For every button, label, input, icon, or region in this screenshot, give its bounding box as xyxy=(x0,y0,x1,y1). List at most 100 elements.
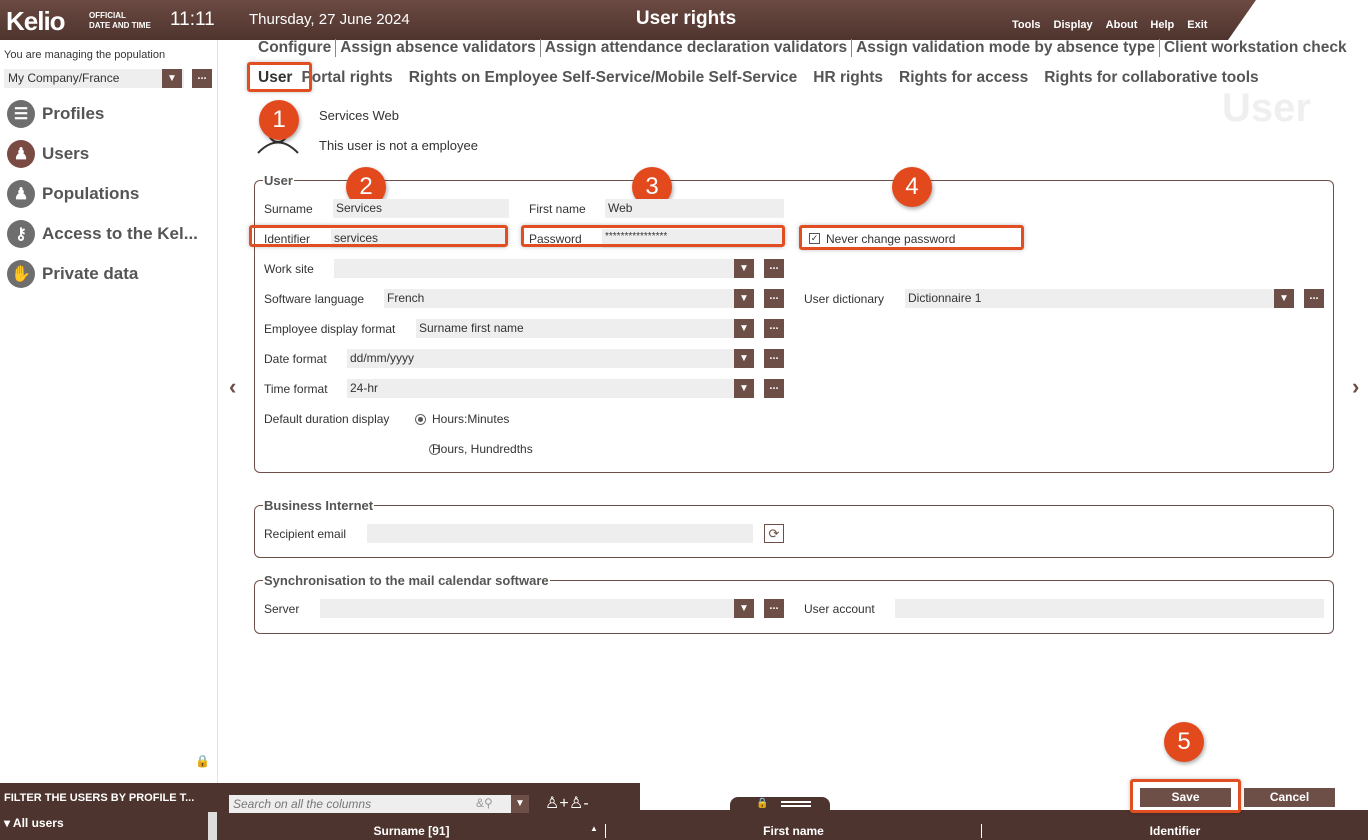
remove-user-icon[interactable]: ♙- xyxy=(569,793,589,813)
header-corner xyxy=(1228,0,1368,40)
nav-label: Users xyxy=(42,144,90,163)
tab-hr-rights[interactable]: HR rights xyxy=(813,69,883,87)
date-format-label: Date format xyxy=(264,352,327,366)
nav-item-access[interactable]: ⚷ Access to the Kel... xyxy=(7,218,198,250)
menu-tools[interactable]: Tools xyxy=(1012,19,1041,31)
tab-configure[interactable]: Configure xyxy=(258,39,337,57)
bottom-handle[interactable] xyxy=(730,797,830,811)
search-icon[interactable]: &⚲ xyxy=(476,796,493,810)
column-surname-label: Surname [91] xyxy=(373,824,450,838)
filter-scrollbar[interactable] xyxy=(208,812,217,840)
server-select[interactable] xyxy=(320,599,734,618)
date-format-dropdown-button[interactable]: ▼ xyxy=(734,349,754,368)
tab-validation-mode[interactable]: Assign validation mode by absence type xyxy=(856,39,1160,57)
user-dictionary-select[interactable]: Dictionnaire 1 xyxy=(905,289,1274,308)
surname-field[interactable]: Services xyxy=(333,199,509,218)
menu-exit[interactable]: Exit xyxy=(1187,19,1207,31)
tab-absence-validators[interactable]: Assign absence validators xyxy=(340,39,541,57)
callout-save xyxy=(1130,779,1241,813)
time-format-dropdown-button[interactable]: ▼ xyxy=(734,379,754,398)
menu-help[interactable]: Help xyxy=(1150,19,1174,31)
software-language-more-button[interactable]: ... xyxy=(764,289,784,308)
next-arrow-icon[interactable]: › xyxy=(1352,374,1359,400)
section-watermark: User xyxy=(1222,86,1311,130)
software-language-select[interactable]: French xyxy=(384,289,734,308)
previous-arrow-icon[interactable]: ‹ xyxy=(229,374,236,400)
lock-icon[interactable]: 🔒 xyxy=(195,754,210,768)
add-user-icon[interactable]: ♙+ xyxy=(545,793,569,813)
tab-collaborative-rights[interactable]: Rights for collaborative tools xyxy=(1044,69,1258,87)
user-dictionary-more-button[interactable]: ... xyxy=(1304,289,1324,308)
time-format-select[interactable]: 24-hr xyxy=(347,379,734,398)
sort-up-icon[interactable]: ▲ xyxy=(590,824,598,833)
column-first-name[interactable]: First name xyxy=(606,824,982,838)
nav-label: Private data xyxy=(42,264,139,283)
display-format-label: Employee display format xyxy=(264,322,396,336)
worksite-dropdown-button[interactable]: ▼ xyxy=(734,259,754,278)
user-dictionary-label: User dictionary xyxy=(804,292,885,306)
population-dropdown-button[interactable]: ▼ xyxy=(162,69,182,88)
worksite-more-button[interactable]: ... xyxy=(764,259,784,278)
population-more-button[interactable]: ... xyxy=(192,69,212,88)
time-format-more-button[interactable]: ... xyxy=(764,379,784,398)
nav-item-profiles[interactable]: ☰ Profiles xyxy=(7,98,104,130)
recipient-email-field[interactable] xyxy=(367,524,753,543)
user-dictionary-dropdown-button[interactable]: ▼ xyxy=(1274,289,1294,308)
callout-badge-5: 5 xyxy=(1164,722,1204,762)
duration-hours-minutes-radio[interactable] xyxy=(415,414,426,425)
menu-about[interactable]: About xyxy=(1106,19,1138,31)
search-dropdown-button[interactable]: ▼ xyxy=(511,795,529,813)
date-format-more-button[interactable]: ... xyxy=(764,349,784,368)
user-account-field[interactable] xyxy=(895,599,1324,618)
display-format-more-button[interactable]: ... xyxy=(764,319,784,338)
menu-display[interactable]: Display xyxy=(1054,19,1093,31)
server-dropdown-button[interactable]: ▼ xyxy=(734,599,754,618)
duration-hours-hundredths-label: Hours, Hundredths xyxy=(432,442,533,456)
duration-display-label: Default duration display xyxy=(264,412,390,426)
nav-label: Populations xyxy=(42,184,140,203)
column-surname[interactable]: Surname [91] xyxy=(218,824,606,838)
worksite-field[interactable] xyxy=(334,259,734,278)
tab-access-rights[interactable]: Rights for access xyxy=(899,69,1028,87)
drag-handle-icon[interactable] xyxy=(781,801,811,803)
recipient-email-label: Recipient email xyxy=(264,527,347,541)
clock: 11:11 xyxy=(170,9,215,30)
official-time-label: OFFICIAL DATE AND TIME xyxy=(89,11,151,31)
tab-row-1: Configure Assign absence validators Assi… xyxy=(258,39,1355,57)
filter-title: FILTER THE USERS BY PROFILE T... xyxy=(4,792,195,804)
display-format-select[interactable]: Surname first name xyxy=(416,319,734,338)
official-line-2: DATE AND TIME xyxy=(89,21,151,30)
duration-hours-minutes-label: Hours:Minutes xyxy=(432,412,510,426)
app-header: Kelio OFFICIAL DATE AND TIME 11:11 Thursd… xyxy=(0,0,1368,40)
search-input[interactable]: Search on all the columns xyxy=(229,795,515,813)
software-language-dropdown-button[interactable]: ▼ xyxy=(734,289,754,308)
population-select[interactable]: My Company/France xyxy=(4,69,184,88)
logo-text: Kelio xyxy=(6,6,66,36)
populations-icon: ♟ xyxy=(7,180,35,208)
software-language-label: Software language xyxy=(264,292,365,306)
hand-icon: ✋ xyxy=(7,260,35,288)
tab-self-service-rights[interactable]: Rights on Employee Self-Service/Mobile S… xyxy=(409,69,797,87)
all-users-label: All users xyxy=(12,816,64,830)
business-internet-legend: Business Internet xyxy=(263,498,375,513)
worksite-label: Work site xyxy=(264,262,314,276)
tab-attendance-validators[interactable]: Assign attendance declaration validators xyxy=(545,39,853,57)
tab-portal-rights[interactable]: Portal rights xyxy=(301,69,392,87)
tab-client-workstation[interactable]: Client workstation check xyxy=(1164,39,1351,57)
lock-icon-bottom[interactable]: 🔒 xyxy=(756,798,768,809)
tab-row-2: User Portal rights Rights on Employee Se… xyxy=(258,69,1259,87)
sync-section-legend: Synchronisation to the mail calendar sof… xyxy=(263,573,550,588)
display-format-dropdown-button[interactable]: ▼ xyxy=(734,319,754,338)
nav-item-private-data[interactable]: ✋ Private data xyxy=(7,258,138,290)
cancel-button[interactable]: Cancel xyxy=(1244,788,1335,807)
firstname-field[interactable]: Web xyxy=(605,199,784,218)
time-format-label: Time format xyxy=(264,382,328,396)
column-identifier[interactable]: Identifier xyxy=(982,824,1368,838)
refresh-icon[interactable]: ⟳ xyxy=(764,524,784,543)
server-more-button[interactable]: ... xyxy=(764,599,784,618)
date-format-select[interactable]: dd/mm/yyyy xyxy=(347,349,734,368)
nav-item-users[interactable]: ♟ Users xyxy=(7,138,89,170)
nav-item-populations[interactable]: ♟ Populations xyxy=(7,178,139,210)
official-line-1: OFFICIAL xyxy=(89,11,126,20)
tree-item-all-users[interactable]: ▾ All users xyxy=(4,816,64,830)
